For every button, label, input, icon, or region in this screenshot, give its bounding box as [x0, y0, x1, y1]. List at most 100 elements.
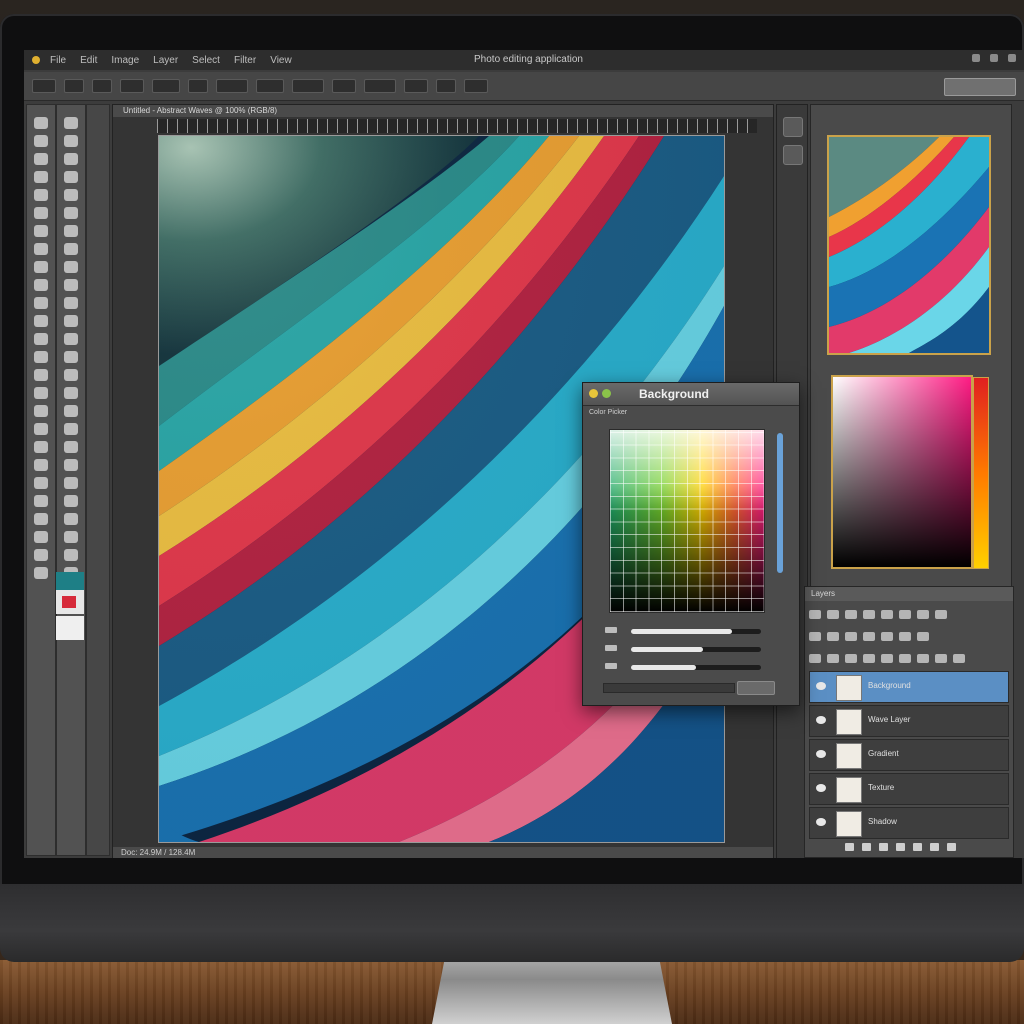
background-color[interactable] — [56, 590, 84, 614]
option-control[interactable] — [92, 79, 112, 93]
tool-icon[interactable] — [34, 279, 48, 291]
tool-icon[interactable] — [64, 513, 78, 525]
menu-file[interactable]: File — [50, 55, 66, 66]
filter-icon[interactable] — [917, 609, 929, 619]
slider-track[interactable] — [631, 629, 761, 634]
blend-mode-icon[interactable] — [809, 609, 821, 619]
dialog-titlebar[interactable]: Background — [583, 383, 799, 406]
tool-icon[interactable] — [64, 477, 78, 489]
foreground-color[interactable] — [56, 572, 84, 590]
lock-all-icon[interactable] — [863, 653, 875, 663]
tool-icon[interactable] — [64, 549, 78, 561]
link-layers-icon[interactable] — [845, 843, 854, 851]
tool-icon[interactable] — [34, 351, 48, 363]
menu-edit[interactable]: Edit — [80, 55, 97, 66]
tool-icon[interactable] — [34, 459, 48, 471]
tool-icon[interactable] — [64, 333, 78, 345]
slider-row[interactable] — [605, 643, 765, 655]
tool-icon[interactable] — [64, 369, 78, 381]
menu-image[interactable]: Image — [111, 55, 139, 66]
color-field[interactable] — [831, 375, 989, 569]
panel-toggle-icon[interactable] — [783, 117, 803, 137]
option-control[interactable] — [364, 79, 396, 93]
option-control[interactable] — [152, 79, 180, 93]
dialog-input-field[interactable] — [603, 683, 735, 693]
quick-mask-icon[interactable] — [56, 616, 84, 640]
eye-icon[interactable] — [816, 750, 826, 758]
panel-toggle-icon[interactable] — [783, 145, 803, 165]
link-icon[interactable] — [899, 609, 911, 619]
option-control[interactable] — [32, 79, 56, 93]
fx-icon[interactable] — [862, 843, 871, 851]
new-layer-icon[interactable] — [930, 843, 939, 851]
tool-icon[interactable] — [64, 351, 78, 363]
menu-icon[interactable] — [935, 609, 947, 619]
option-control[interactable] — [332, 79, 356, 93]
color-grid[interactable] — [609, 429, 765, 613]
options-icon[interactable] — [935, 653, 947, 663]
layer-row[interactable]: Wave Layer — [809, 705, 1009, 737]
tool-icon[interactable] — [34, 549, 48, 561]
tool-icon[interactable] — [64, 207, 78, 219]
layer-row[interactable]: Background — [809, 671, 1009, 703]
tool-icon[interactable] — [64, 261, 78, 273]
tool-icon[interactable] — [34, 243, 48, 255]
tool-icon[interactable] — [64, 225, 78, 237]
option-control[interactable] — [188, 79, 208, 93]
lock-icon[interactable] — [845, 609, 857, 619]
tool-icon[interactable] — [34, 207, 48, 219]
tool-icon[interactable] — [64, 459, 78, 471]
tool-icon[interactable] — [34, 117, 48, 129]
lock-transparent-icon[interactable] — [809, 653, 821, 663]
tool-icon[interactable] — [64, 135, 78, 147]
option-control[interactable] — [436, 79, 456, 93]
lock-pixels-icon[interactable] — [827, 653, 839, 663]
eye-icon[interactable] — [816, 682, 826, 690]
dialog-zoom-icon[interactable] — [602, 389, 611, 398]
tool-icon[interactable] — [34, 135, 48, 147]
tool-icon[interactable] — [64, 315, 78, 327]
option-control[interactable] — [256, 79, 284, 93]
tool-icon[interactable] — [34, 153, 48, 165]
tool-icon[interactable] — [64, 117, 78, 129]
menu-layer[interactable]: Layer — [153, 55, 178, 66]
option-control[interactable] — [216, 79, 248, 93]
layer-row[interactable]: Shadow — [809, 807, 1009, 839]
tool-icon[interactable] — [34, 369, 48, 381]
tool-icon[interactable] — [34, 567, 48, 579]
options-icon[interactable] — [917, 653, 929, 663]
dialog-ok-button[interactable] — [737, 681, 775, 695]
maximize-icon[interactable] — [990, 54, 998, 62]
menu-view[interactable]: View — [270, 55, 292, 66]
dialog-scrollbar[interactable] — [777, 433, 783, 573]
minimize-icon[interactable] — [972, 54, 980, 62]
option-control[interactable] — [464, 79, 488, 93]
tool-icon[interactable] — [34, 441, 48, 453]
kind-filter-icon[interactable] — [809, 631, 821, 641]
tool-icon[interactable] — [34, 171, 48, 183]
tool-icon[interactable] — [34, 495, 48, 507]
lock-position-icon[interactable] — [845, 653, 857, 663]
menu-select[interactable]: Select — [192, 55, 220, 66]
tool-icon[interactable] — [34, 225, 48, 237]
eye-icon[interactable] — [816, 716, 826, 724]
tool-icon[interactable] — [64, 189, 78, 201]
slider-row[interactable] — [605, 625, 765, 637]
option-control[interactable] — [292, 79, 324, 93]
swap-colors-icon[interactable] — [62, 596, 76, 608]
app-icon[interactable] — [32, 56, 40, 64]
option-control[interactable] — [64, 79, 84, 93]
tool-icon[interactable] — [34, 189, 48, 201]
group-icon[interactable] — [913, 843, 922, 851]
tool-icon[interactable] — [34, 477, 48, 489]
slider-track[interactable] — [631, 647, 761, 652]
lock-icon[interactable] — [863, 609, 875, 619]
tool-icon[interactable] — [64, 441, 78, 453]
tool-icon[interactable] — [34, 387, 48, 399]
tool-icon[interactable] — [34, 261, 48, 273]
options-icon[interactable] — [953, 653, 965, 663]
tool-icon[interactable] — [34, 513, 48, 525]
dialog-minimize-icon[interactable] — [589, 389, 598, 398]
trash-icon[interactable] — [947, 843, 956, 851]
tool-icon[interactable] — [64, 243, 78, 255]
